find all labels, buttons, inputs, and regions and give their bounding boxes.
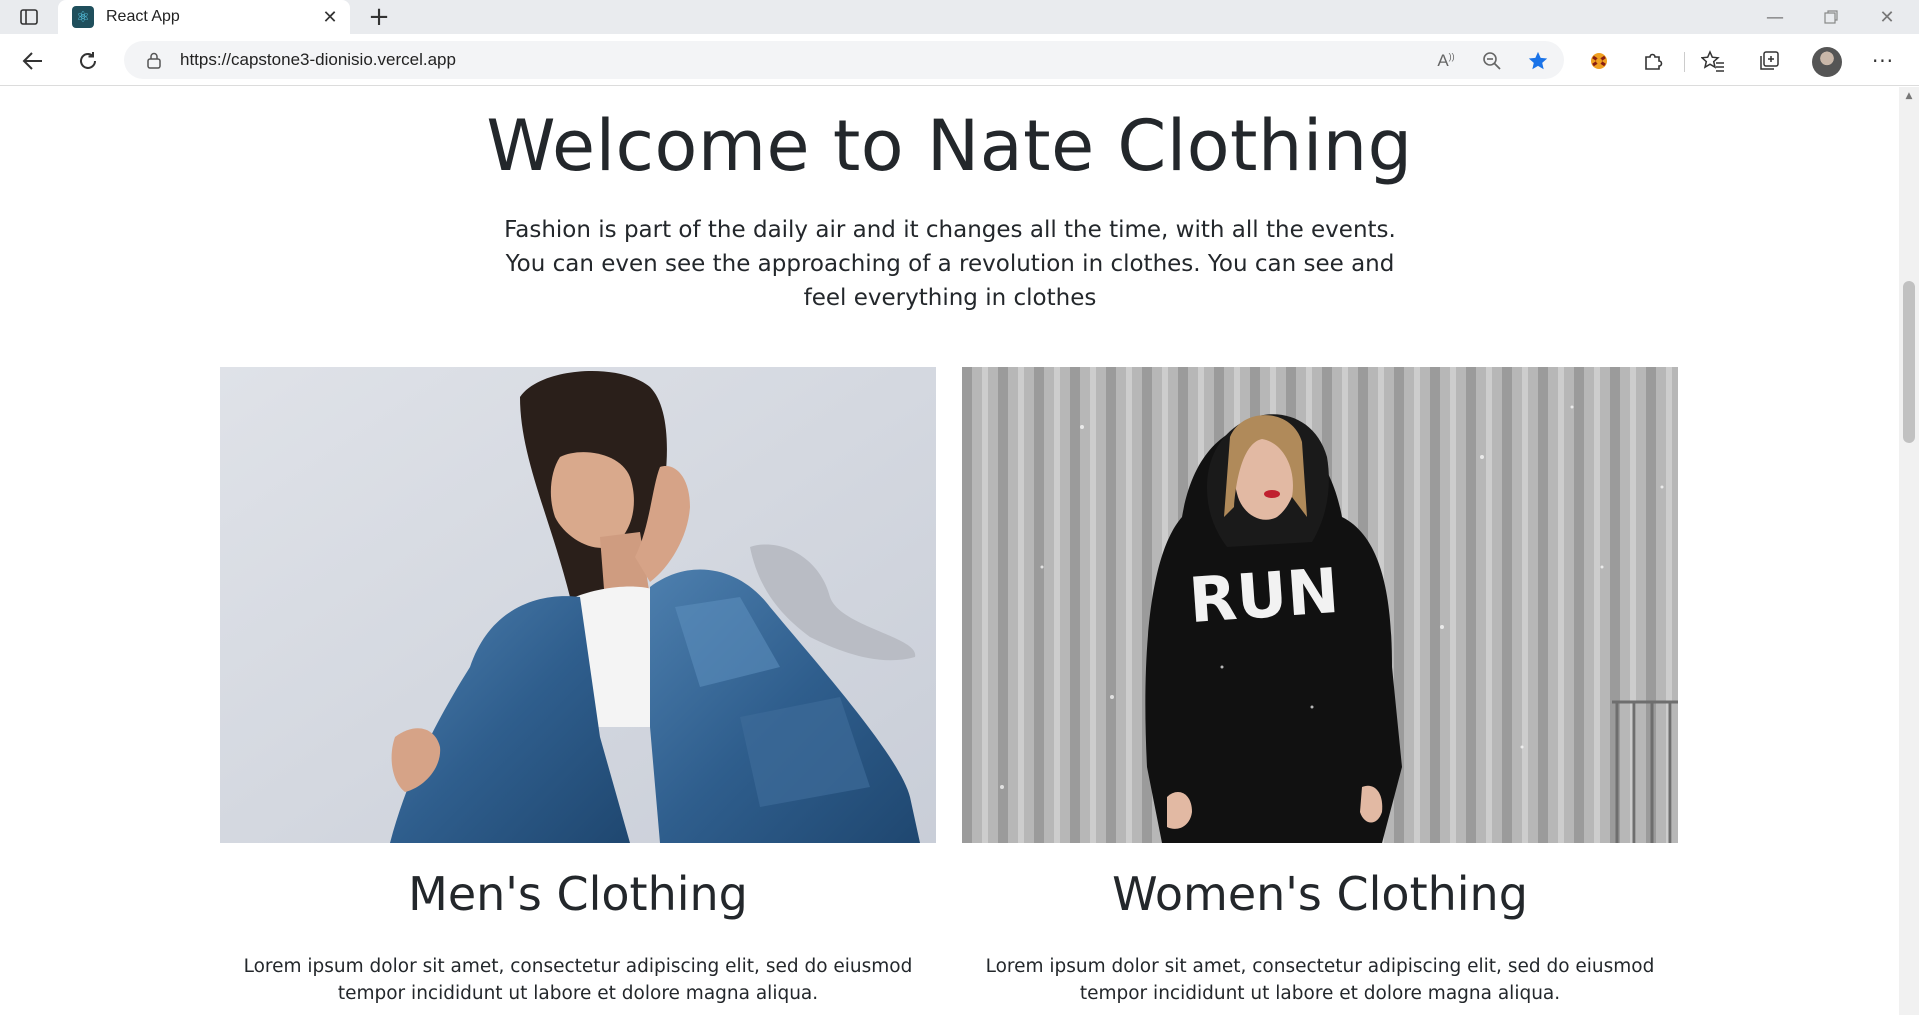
profile-avatar[interactable] — [1812, 47, 1842, 77]
scroll-up-icon[interactable]: ▲ — [1903, 91, 1915, 101]
womens-clothing-image[interactable]: RUN — [962, 367, 1678, 843]
card-title: Women's Clothing — [1112, 867, 1528, 921]
back-icon[interactable] — [16, 44, 50, 78]
extension-icon[interactable] — [1582, 44, 1616, 78]
react-favicon: ⚛ — [72, 6, 94, 28]
favorites-icon[interactable] — [1696, 44, 1730, 78]
hero-title: Welcome to Nate Clothing — [486, 105, 1413, 187]
scrollbar-thumb[interactable] — [1903, 281, 1915, 443]
card-description: Lorem ipsum dolor sit amet, consectetur … — [243, 956, 913, 1004]
toolbar-divider — [1684, 52, 1685, 72]
tab-title: React App — [106, 8, 180, 25]
favorite-star-icon[interactable] — [1526, 49, 1550, 73]
restore-icon[interactable] — [1808, 2, 1854, 32]
card-title: Men's Clothing — [408, 867, 748, 921]
minimize-icon[interactable]: — — [1752, 2, 1798, 32]
window-close-icon[interactable]: ✕ — [1864, 2, 1910, 32]
page-viewport: Welcome to Nate Clothing Fashion is part… — [0, 87, 1899, 1015]
refresh-icon[interactable] — [71, 44, 105, 78]
more-icon[interactable]: ··· — [1866, 44, 1900, 78]
zoom-out-icon[interactable] — [1480, 49, 1504, 73]
page-scrollbar[interactable]: ▲ — [1899, 87, 1919, 1015]
hoodie-print: RUN — [1187, 554, 1342, 637]
address-bar[interactable]: https://capstone3-dionisio.vercel.app A)… — [124, 41, 1564, 79]
sidebar-toggle-icon[interactable] — [14, 6, 44, 28]
url-text[interactable]: https://capstone3-dionisio.vercel.app — [180, 50, 456, 70]
browser-toolbar: https://capstone3-dionisio.vercel.app A)… — [0, 34, 1919, 86]
extensions-puzzle-icon[interactable] — [1636, 44, 1670, 78]
collections-icon[interactable] — [1752, 44, 1786, 78]
new-tab-icon[interactable]: + — [364, 4, 394, 30]
browser-tab[interactable]: ⚛ React App ✕ — [58, 0, 350, 34]
hero-description: Fashion is part of the daily air and it … — [504, 217, 1396, 311]
mens-clothing-image[interactable] — [220, 367, 936, 843]
close-icon[interactable]: ✕ — [320, 7, 340, 28]
lock-icon[interactable] — [144, 50, 164, 70]
tab-strip: ⚛ React App ✕ + — ✕ — [0, 0, 1919, 34]
card-description: Lorem ipsum dolor sit amet, consectetur … — [985, 956, 1655, 1004]
read-aloud-icon[interactable]: A)) — [1434, 49, 1458, 73]
